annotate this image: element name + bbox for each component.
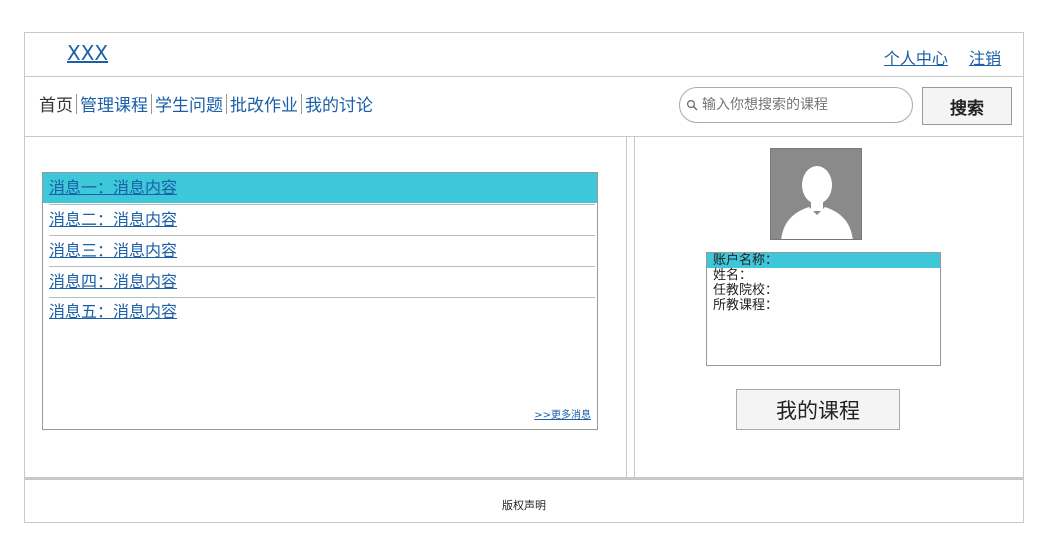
message-item[interactable]: 消息一：消息内容 — [43, 173, 597, 203]
nav-item-manage-courses[interactable]: 管理课程 — [77, 91, 151, 116]
nav-item-student-questions[interactable]: 学生问题 — [152, 91, 226, 116]
search-input[interactable] — [702, 97, 892, 113]
message-item[interactable]: 消息三：消息内容 — [43, 236, 597, 266]
school-field: 任教院校： — [713, 283, 779, 298]
footer-divider — [25, 477, 1023, 480]
message-list: 消息一：消息内容 消息二：消息内容 消息三：消息内容 消息四：消息内容 消息五：… — [42, 172, 598, 430]
header-divider — [25, 76, 1023, 77]
main-nav: 首页 管理课程 学生问题 批改作业 我的讨论 — [39, 91, 376, 116]
profile-link[interactable]: 个人中心 — [884, 49, 948, 68]
account-info-box: 账户名称： 姓名： 任教院校： 所教课程： — [706, 252, 941, 366]
column-divider — [626, 137, 635, 477]
nav-item-grade-homework[interactable]: 批改作业 — [227, 91, 301, 116]
more-messages-link[interactable]: >>更多消息 — [534, 406, 591, 421]
logout-link[interactable]: 注销 — [969, 49, 1001, 68]
nav-item-my-discussions[interactable]: 我的讨论 — [302, 91, 376, 116]
page-frame: XXX 个人中心 注销 首页 管理课程 学生问题 批改作业 我的讨论 搜索 消息… — [24, 32, 1024, 523]
copyright-notice: 版权声明 — [502, 499, 546, 512]
message-item[interactable]: 消息五：消息内容 — [43, 297, 597, 327]
nav-divider — [25, 136, 1023, 137]
avatar — [770, 148, 862, 240]
courses-field: 所教课程： — [713, 298, 779, 313]
message-item[interactable]: 消息四：消息内容 — [43, 267, 597, 297]
top-links: 个人中心 注销 — [868, 45, 1001, 69]
magnifier-icon — [686, 99, 698, 111]
search-button[interactable]: 搜索 — [922, 87, 1012, 125]
message-item[interactable]: 消息二：消息内容 — [43, 205, 597, 235]
name-field: 姓名： — [713, 268, 753, 283]
account-name-field: 账户名称： — [707, 253, 940, 268]
nav-item-home[interactable]: 首页 — [39, 91, 76, 116]
person-silhouette-icon — [771, 149, 861, 239]
site-title-link[interactable]: XXX — [67, 41, 108, 65]
my-courses-button[interactable]: 我的课程 — [736, 389, 900, 430]
search-box — [679, 87, 913, 123]
